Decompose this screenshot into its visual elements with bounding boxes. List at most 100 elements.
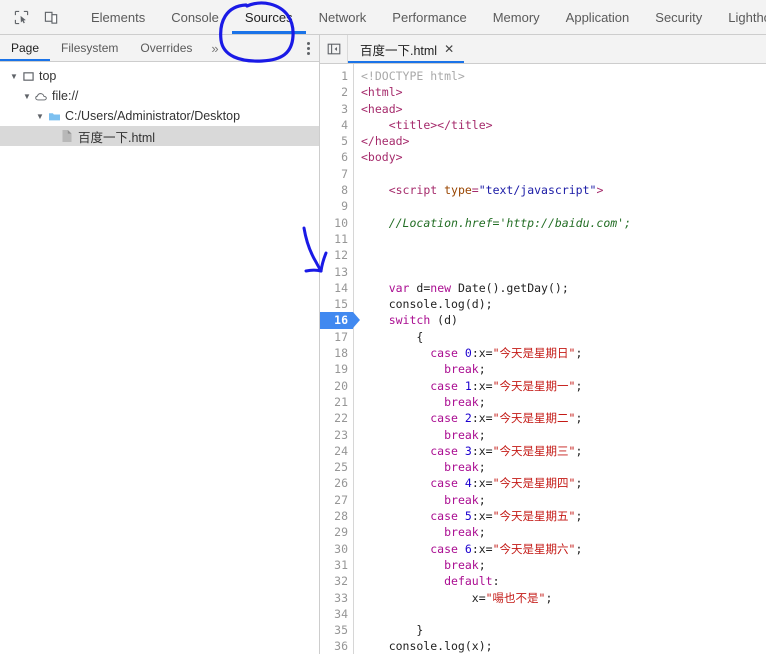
code-token-attr: type xyxy=(444,183,472,198)
line-number[interactable]: 4 xyxy=(320,117,353,133)
nav-more-tabs-button[interactable]: » xyxy=(203,35,226,61)
devtools-toolbar: Elements Console Sources Network Perform… xyxy=(0,0,766,35)
line-number[interactable]: 33 xyxy=(320,590,353,606)
show-navigator-icon[interactable] xyxy=(320,35,348,63)
chevron-down-icon[interactable]: ▼ xyxy=(8,72,20,81)
line-number[interactable]: 8 xyxy=(320,182,353,198)
code-line: <!DOCTYPE html> xyxy=(361,68,766,84)
navigator-pane: Page Filesystem Overrides » ▼ top ▼ file… xyxy=(0,35,320,654)
tree-item-file-scheme[interactable]: ▼ file:// xyxy=(0,86,319,106)
line-number[interactable]: 35 xyxy=(320,622,353,638)
code-token-plain: ; xyxy=(478,362,486,377)
line-number[interactable]: 20 xyxy=(320,378,353,394)
line-number[interactable]: 32 xyxy=(320,573,353,589)
code-editor[interactable]: 1 2 3 4 5 6 7 8 9 10 11 12 13 14 15 16 17 18 19 20 21 22 23 24 2… xyxy=(320,64,766,654)
panel-tab-console[interactable]: Console xyxy=(158,0,232,34)
panel-tab-sources[interactable]: Sources xyxy=(231,0,306,34)
code-token-comment: //Location.href='http://baidu.com'; xyxy=(388,215,632,230)
inspect-element-glyph xyxy=(14,10,28,24)
tree-item-desktop-folder[interactable]: ▼ C:/Users/Administrator/Desktop xyxy=(0,106,319,126)
line-number[interactable]: 10 xyxy=(320,215,353,231)
line-number[interactable]: 6 xyxy=(320,149,353,165)
code-token-plain: console.log(d); xyxy=(361,297,493,312)
code-token-plain: ; xyxy=(478,525,486,540)
line-number[interactable]: 12 xyxy=(320,247,353,263)
code-line: ​ xyxy=(361,247,766,263)
panel-tab-label: Sources xyxy=(244,9,293,25)
panel-tab-memory[interactable]: Memory xyxy=(480,0,553,34)
nav-tab-overrides[interactable]: Overrides xyxy=(129,35,203,61)
line-number[interactable]: 2 xyxy=(320,84,353,100)
line-number-breakpoint[interactable]: 16 xyxy=(320,312,360,329)
line-number[interactable]: 25 xyxy=(320,459,353,475)
line-number[interactable]: 23 xyxy=(320,427,353,443)
line-number[interactable]: 26 xyxy=(320,475,353,491)
panel-tab-network[interactable]: Network xyxy=(306,0,380,34)
device-toolbar-icon[interactable] xyxy=(40,6,62,28)
code-line: break; xyxy=(361,361,766,377)
line-number-gutter[interactable]: 1 2 3 4 5 6 7 8 9 10 11 12 13 14 15 16 17 18 19 20 21 22 23 24 2… xyxy=(320,64,360,654)
nav-tab-page[interactable]: Page xyxy=(0,35,51,61)
panel-tab-application[interactable]: Application xyxy=(553,0,643,34)
line-number[interactable]: 5 xyxy=(320,133,353,149)
line-number[interactable]: 28 xyxy=(320,508,353,524)
panel-tab-elements[interactable]: Elements xyxy=(78,0,158,34)
code-token-plain: :x= xyxy=(471,541,493,556)
code-line: break; xyxy=(361,427,766,443)
code-line: x="啺也不是"; xyxy=(361,590,766,606)
tree-item-top[interactable]: ▼ top xyxy=(0,66,319,86)
line-number[interactable]: 31 xyxy=(320,557,353,573)
code-token-plain: :x= xyxy=(471,509,493,524)
line-number[interactable]: 9 xyxy=(320,198,353,214)
line-number[interactable]: 18 xyxy=(320,345,353,361)
code-token-kw: case xyxy=(430,443,458,458)
code-line: ​ xyxy=(361,231,766,247)
kebab-dot xyxy=(306,51,310,55)
chevron-down-icon[interactable]: ▼ xyxy=(21,92,33,101)
code-token-tag: = xyxy=(471,183,479,198)
line-number[interactable]: 3 xyxy=(320,101,353,117)
line-number[interactable]: 13 xyxy=(320,264,353,280)
panel-tab-lighthouse[interactable]: Lighthouse xyxy=(715,0,766,34)
line-number[interactable]: 29 xyxy=(320,524,353,540)
line-number[interactable]: 11 xyxy=(320,231,353,247)
device-toolbar-glyph xyxy=(44,11,57,24)
line-number[interactable]: 19 xyxy=(320,361,353,377)
line-number[interactable]: 36 xyxy=(320,638,353,654)
line-number[interactable]: 7 xyxy=(320,166,353,182)
line-number[interactable]: 24 xyxy=(320,443,353,459)
panel-tab-security[interactable]: Security xyxy=(642,0,715,34)
line-number[interactable]: 14 xyxy=(320,280,353,296)
editor-tab-baidu-html[interactable]: 百度一下.html ✕ xyxy=(348,35,465,63)
code-line: case 6:x="今天是星期六"; xyxy=(361,541,766,557)
tree-item-baidu-html-file[interactable]: 百度一下.html xyxy=(0,126,319,146)
chevron-down-icon[interactable]: ▼ xyxy=(34,112,46,121)
code-token-kw: break xyxy=(444,525,479,540)
panel-tab-label: Memory xyxy=(492,9,540,25)
line-number[interactable]: 27 xyxy=(320,492,353,508)
line-number[interactable]: 1 xyxy=(320,68,353,84)
navigator-more-options-icon[interactable] xyxy=(297,35,319,61)
close-icon[interactable]: ✕ xyxy=(444,43,454,55)
code-line: } xyxy=(361,622,766,638)
inspect-element-icon[interactable] xyxy=(10,6,32,28)
line-number[interactable]: 21 xyxy=(320,394,353,410)
panel-tab-performance[interactable]: Performance xyxy=(379,0,479,34)
line-number[interactable]: 15 xyxy=(320,296,353,312)
line-number[interactable]: 22 xyxy=(320,410,353,426)
panel-tab-label: Lighthouse xyxy=(728,9,766,25)
line-number[interactable]: 30 xyxy=(320,541,353,557)
line-number[interactable]: 34 xyxy=(320,606,353,622)
nav-tab-filesystem[interactable]: Filesystem xyxy=(50,35,129,61)
code-content[interactable]: <!DOCTYPE html> <html> <head> <title></tit… xyxy=(354,64,766,654)
line-number[interactable]: 17 xyxy=(320,329,353,345)
code-line: ​ xyxy=(361,264,766,280)
code-token-plain: ; xyxy=(478,492,486,507)
code-token-num: 0 xyxy=(464,346,472,361)
